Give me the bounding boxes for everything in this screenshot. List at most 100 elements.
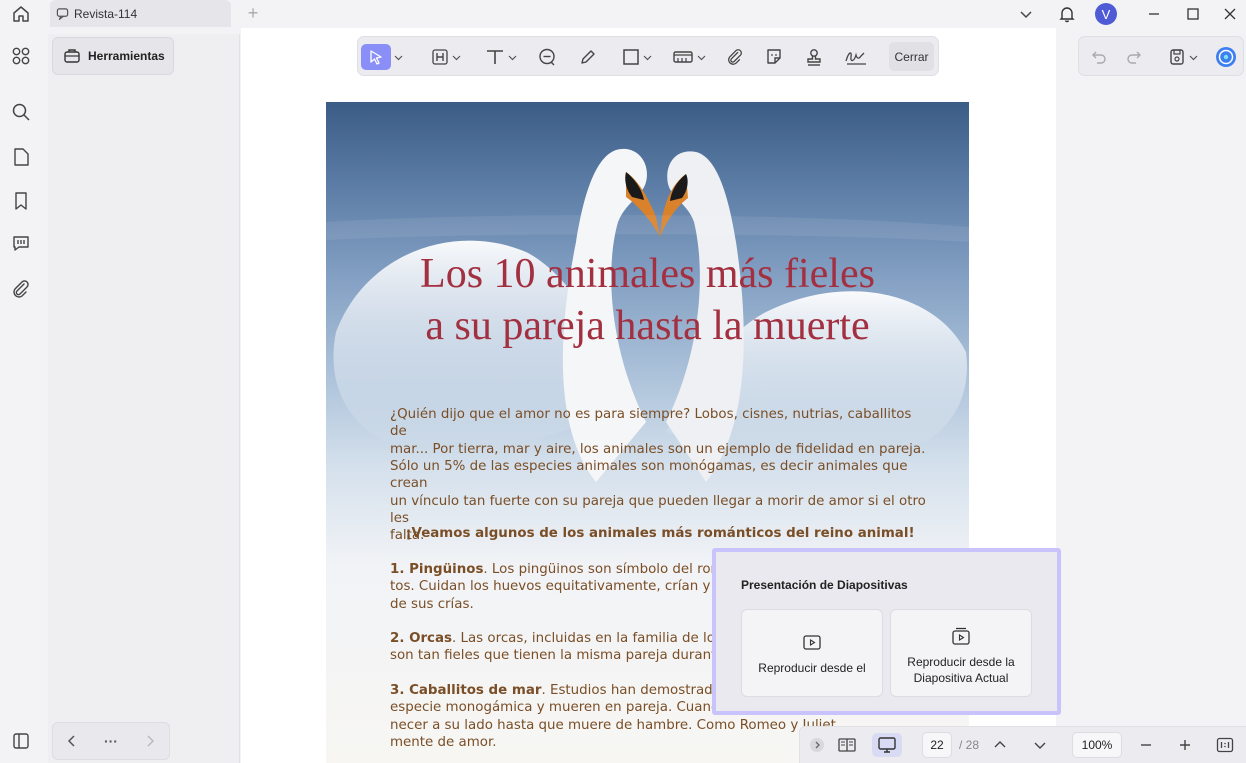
sticker-icon <box>767 49 781 64</box>
maximize-icon <box>1187 8 1199 20</box>
bell-icon <box>1059 7 1075 23</box>
redo-icon <box>1127 51 1141 64</box>
tools-button[interactable]: Herramientas <box>52 37 174 75</box>
current-page-input[interactable]: 22 <box>922 732 952 758</box>
tools-label: Herramientas <box>88 49 165 63</box>
panel-toggle-button[interactable] <box>10 730 32 752</box>
minimize-button[interactable] <box>1143 0 1165 28</box>
previous-page-button[interactable] <box>990 733 1010 757</box>
tab-title: Revista-114 <box>74 6 138 21</box>
paperclip-icon <box>13 280 29 298</box>
ruler-icon <box>673 51 693 63</box>
play-from-current-label-2: Diapositiva Actual <box>913 671 1009 685</box>
intro-paragraph: ¿Quién dijo que el amor no es para siemp… <box>390 406 930 458</box>
save-icon <box>1170 49 1184 65</box>
select-tool[interactable] <box>361 44 391 70</box>
save-button[interactable] <box>1165 44 1201 70</box>
text-tool[interactable] <box>480 44 522 70</box>
select-tool-dropdown[interactable] <box>392 44 404 70</box>
play-from-current-button[interactable]: Reproducir desde la Diapositiva Actual <box>890 609 1032 697</box>
stamp-icon <box>807 49 821 66</box>
new-tab-button[interactable]: + <box>243 3 263 23</box>
document-title: Los 10 animales más fieles a su pareja h… <box>326 248 969 352</box>
attach-tool[interactable] <box>722 44 748 70</box>
title-bar: Revista-114 + V <box>0 0 1246 28</box>
ai-assistant-button[interactable] <box>1213 44 1239 70</box>
total-pages: / 28 <box>958 738 979 752</box>
chevron-left-icon[interactable] <box>65 734 79 748</box>
sticker-tool[interactable] <box>761 44 787 70</box>
undo-icon <box>1092 51 1106 64</box>
more-options-button[interactable]: ··· <box>104 733 118 749</box>
document-tab[interactable]: Revista-114 <box>50 0 231 27</box>
stamp-measure-tool[interactable] <box>668 44 710 70</box>
close-window-button[interactable] <box>1219 0 1241 28</box>
item-text: . Los pingüinos son símbolo del roman <box>483 562 741 577</box>
signature-tool[interactable] <box>841 44 871 70</box>
pencil-icon <box>581 50 595 64</box>
toolbox-icon <box>64 49 80 63</box>
caret-down-icon <box>452 55 461 60</box>
user-avatar-button[interactable]: V <box>1094 0 1118 28</box>
comment-tool[interactable] <box>534 44 560 70</box>
page-icon <box>14 148 29 166</box>
home-button[interactable] <box>8 2 34 26</box>
chevron-right-circle-icon <box>810 738 824 752</box>
zoom-out-button[interactable] <box>1136 733 1156 757</box>
collapse-bar-button[interactable] <box>808 733 826 757</box>
close-toolbar-button[interactable]: Cerrar <box>889 42 934 71</box>
side-panel: Herramientas ··· <box>48 34 240 763</box>
item-title: 1. Pingüinos <box>390 562 484 577</box>
plus-icon <box>1180 740 1190 750</box>
chevron-up-icon <box>994 741 1006 748</box>
thumbnails-button[interactable] <box>10 45 32 67</box>
presentation-icon <box>878 737 896 753</box>
minimize-icon <box>1149 13 1159 15</box>
section-heading: ¡Veamos algunos de los animales más romá… <box>405 526 915 541</box>
chevron-down-icon <box>1034 742 1046 749</box>
chevron-right-icon[interactable] <box>143 734 157 748</box>
title-line: a su pareja hasta la muerte <box>425 303 870 349</box>
play-icon <box>803 635 821 650</box>
item-text: . Las orcas, incluidas en la familia de … <box>452 631 735 646</box>
text-line: mar... Por tierra, mar y aire, los anima… <box>390 441 926 457</box>
text-icon <box>487 50 503 64</box>
actual-size-icon <box>1216 737 1234 753</box>
bottom-bar: 22 / 28 100% <box>799 726 1246 763</box>
search-button[interactable] <box>10 101 32 123</box>
reading-mode-button[interactable] <box>836 733 858 757</box>
notifications-button[interactable] <box>1056 0 1078 28</box>
search-icon <box>12 103 30 121</box>
cursor-icon <box>370 50 382 65</box>
chevron-down-icon <box>1020 11 1032 19</box>
highlight-tool[interactable] <box>426 44 466 70</box>
grid-icon <box>12 47 30 65</box>
square-icon <box>623 49 639 65</box>
paperclip-icon <box>728 49 742 65</box>
slideshow-button[interactable] <box>872 733 902 757</box>
attachments-button[interactable] <box>10 278 32 300</box>
play-current-icon <box>952 627 970 645</box>
next-page-button[interactable] <box>1030 733 1050 757</box>
stamp-tool[interactable] <box>801 44 827 70</box>
slideshow-title: Presentación de Diapositivas <box>741 578 908 592</box>
pencil-tool[interactable] <box>575 44 601 70</box>
play-from-start-button[interactable]: Reproducir desde el <box>741 609 883 697</box>
signature-icon <box>845 52 866 65</box>
caret-down-icon <box>697 55 706 60</box>
undo-button[interactable] <box>1089 44 1109 70</box>
heading-icon <box>432 49 448 65</box>
redo-button[interactable] <box>1124 44 1144 70</box>
avatar: V <box>1095 3 1117 25</box>
comments-button[interactable] <box>10 232 32 254</box>
maximize-button[interactable] <box>1182 0 1204 28</box>
zoom-level[interactable]: 100% <box>1072 732 1122 758</box>
book-icon <box>838 738 856 752</box>
shape-tool[interactable] <box>616 44 658 70</box>
bookmarks-button[interactable] <box>10 190 32 212</box>
pages-button[interactable] <box>10 146 32 168</box>
zoom-in-button[interactable] <box>1175 733 1195 757</box>
tabs-dropdown[interactable] <box>1015 0 1037 28</box>
comment-icon <box>56 8 69 20</box>
actual-size-button[interactable] <box>1214 733 1236 757</box>
